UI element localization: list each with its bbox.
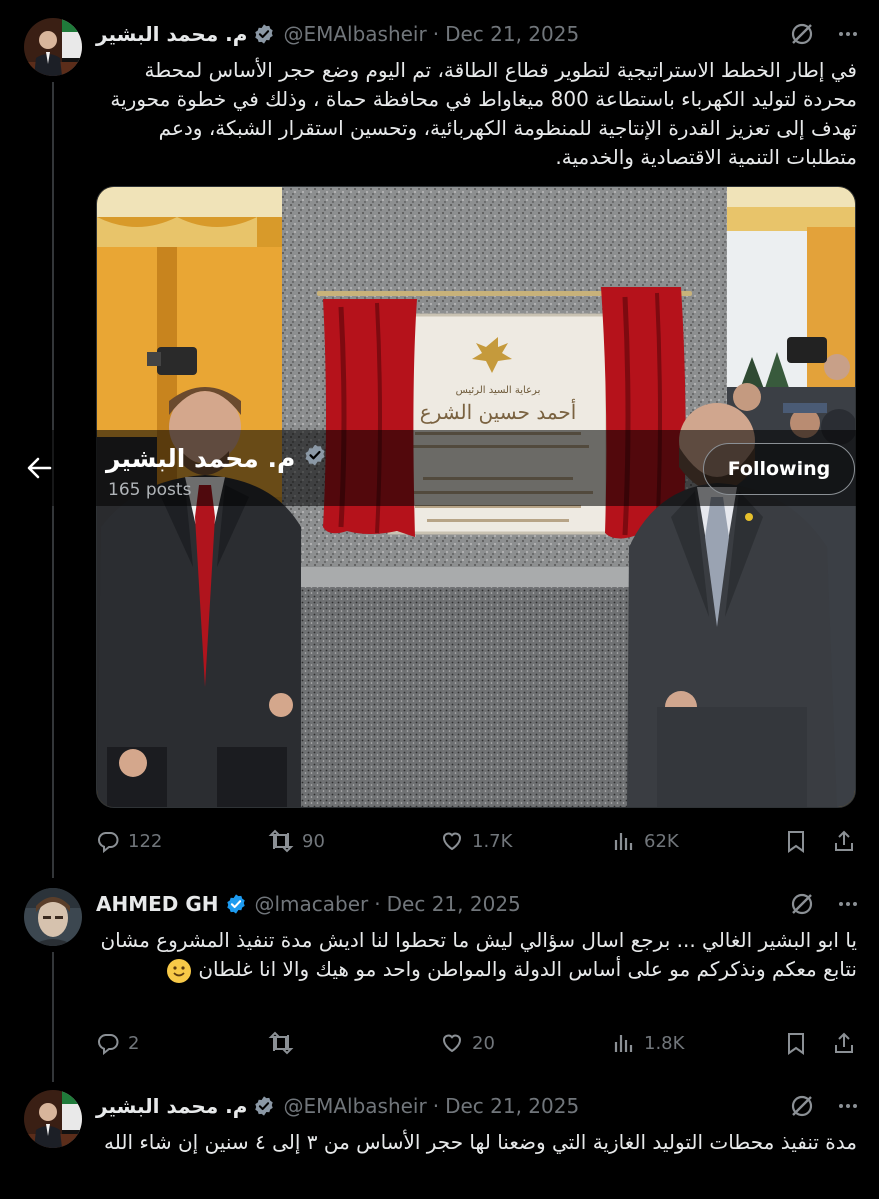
repost-icon [268, 829, 294, 853]
author-handle[interactable]: @EMAlbasheir [283, 22, 426, 46]
share-icon[interactable] [833, 1031, 855, 1055]
author-handle[interactable]: @EMAlbasheir [283, 1094, 426, 1118]
verified-badge-icon [253, 1095, 275, 1117]
reply-icon [97, 832, 119, 853]
avatar[interactable] [24, 1090, 82, 1148]
reply-icon [97, 1034, 119, 1055]
views-button[interactable]: 1.8K [612, 1031, 784, 1055]
post-date[interactable]: Dec 21, 2025 [445, 1094, 579, 1118]
profile-post-count: 165 posts [108, 480, 192, 500]
plaque-line1: برعاية السيد الرئيس [456, 385, 541, 396]
tweet-actions: 2 20 1.8K [96, 1025, 855, 1061]
separator-dot: · [432, 1094, 440, 1118]
author-handle[interactable]: @lmacaber [255, 892, 369, 916]
like-count: 20 [472, 1032, 495, 1054]
tweet-text-body: يا ابو البشير الغالي ... برجع اسال سؤالي… [100, 928, 857, 981]
author-name[interactable]: AHMED GH [96, 892, 219, 916]
like-button[interactable]: 1.7K [440, 829, 612, 853]
author-name[interactable]: م. محمد البشير [96, 1094, 247, 1118]
verified-badge-icon [303, 443, 327, 473]
separator-dot: · [374, 892, 381, 916]
repost-icon [268, 1031, 294, 1055]
tweet-header: م. محمد البشير @EMAlbasheir · Dec 21, 20… [96, 1090, 859, 1122]
views-button[interactable]: 62K [612, 829, 784, 853]
avatar[interactable] [24, 888, 82, 946]
reply-count: 2 [128, 1032, 140, 1054]
plaque-line2: أحمد حسين الشرع [420, 398, 577, 424]
more-icon[interactable] [837, 893, 859, 915]
separator-dot: · [432, 22, 440, 46]
verified-badge-icon [253, 23, 275, 45]
bookmark-icon[interactable] [785, 1031, 807, 1055]
tweet-header: م. محمد البشير @EMAlbasheir · Dec 21, 20… [96, 18, 859, 50]
bookmark-icon[interactable] [785, 829, 807, 853]
tweet-text: مدة تنفيذ محطات التوليد الغازية التي وضع… [104, 1130, 857, 1154]
more-icon[interactable] [837, 23, 859, 45]
profile-name: م. محمد البشير [106, 443, 327, 473]
like-button[interactable]: 20 [440, 1031, 612, 1055]
back-arrow-icon[interactable] [24, 453, 54, 483]
following-button[interactable]: Following [703, 443, 855, 495]
repost-count: 90 [302, 830, 325, 852]
share-icon[interactable] [833, 829, 855, 853]
grok-icon[interactable] [789, 891, 815, 917]
reply-button[interactable]: 122 [96, 829, 268, 853]
tweet-actions: 122 90 1.7K 62K [96, 823, 855, 859]
author-name[interactable]: م. محمد البشير [96, 22, 247, 46]
like-icon [442, 832, 462, 851]
profile-name-text: م. محمد البشير [106, 443, 296, 473]
repost-button[interactable]: 90 [268, 829, 440, 853]
more-icon[interactable] [837, 1095, 859, 1117]
views-count: 62K [644, 830, 679, 852]
repost-button[interactable] [268, 1031, 440, 1055]
verified-badge-icon [225, 893, 247, 915]
tweet-text: في إطار الخطط الاستراتيجية لتطوير قطاع ا… [110, 58, 857, 169]
reply-count: 122 [128, 830, 163, 852]
reply-button[interactable]: 2 [96, 1031, 268, 1055]
views-icon [614, 833, 633, 850]
like-icon [442, 1034, 462, 1053]
views-count: 1.8K [644, 1032, 685, 1054]
tweet-header: AHMED GH @lmacaber · Dec 21, 2025 [96, 888, 859, 920]
grok-icon[interactable] [789, 1093, 815, 1119]
like-count: 1.7K [472, 830, 513, 852]
slightly-smiling-face-icon [166, 958, 192, 984]
tweet-text: يا ابو البشير الغالي ... برجع اسال سؤالي… [96, 926, 857, 984]
avatar[interactable] [24, 18, 82, 76]
post-date[interactable]: Dec 21, 2025 [445, 22, 579, 46]
post-date[interactable]: Dec 21, 2025 [387, 892, 521, 916]
views-icon [614, 1035, 633, 1052]
thread-line [52, 952, 54, 1082]
grok-icon[interactable] [789, 21, 815, 47]
